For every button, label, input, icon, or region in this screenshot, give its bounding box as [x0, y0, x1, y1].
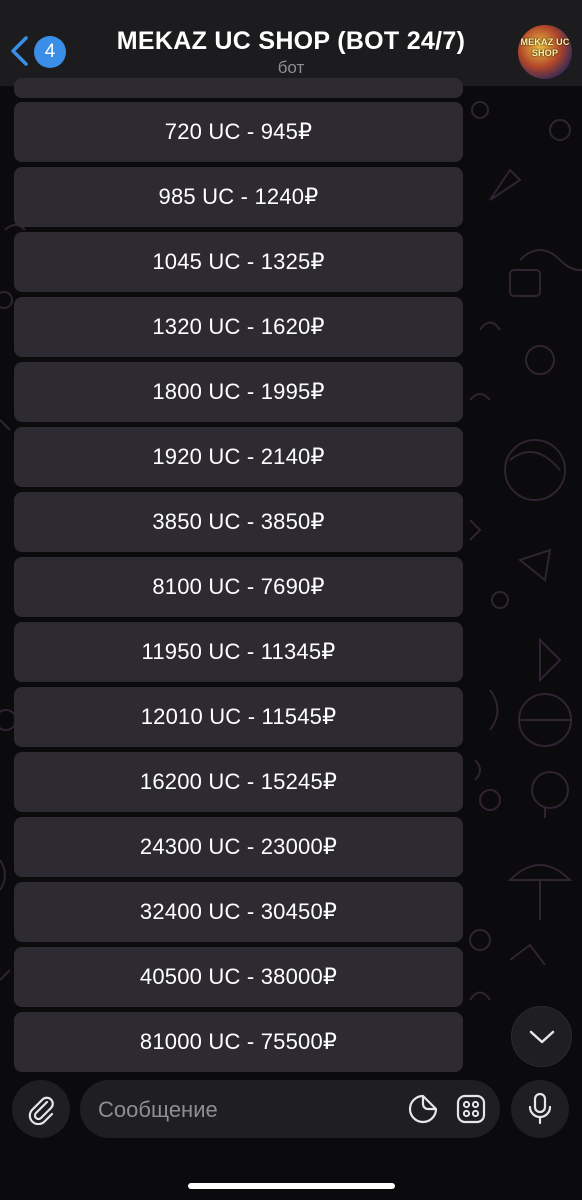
- keyboard-button[interactable]: 11950 UC - 11345₽: [14, 622, 463, 682]
- chat-subtitle: бот: [277, 58, 305, 77]
- home-indicator: [188, 1183, 395, 1189]
- message-input[interactable]: Сообщение: [80, 1080, 500, 1138]
- back-button[interactable]: 4: [8, 30, 68, 72]
- keyboard-button[interactable]: 16200 UC - 15245₽: [14, 752, 463, 812]
- keyboard-button[interactable]: 32400 UC - 30450₽: [14, 882, 463, 942]
- paperclip-icon: [28, 1096, 54, 1125]
- sticker-icon[interactable]: [408, 1094, 438, 1124]
- keyboard-button[interactable]: 1045 UC - 1325₽: [14, 232, 463, 292]
- bot-avatar[interactable]: MEKAZ UC SHOP: [518, 25, 572, 79]
- bot-command-menu-icon[interactable]: [456, 1094, 486, 1124]
- keyboard-button[interactable]: 24300 UC - 23000₽: [14, 817, 463, 877]
- keyboard-button[interactable]: 3850 UC - 3850₽: [14, 492, 463, 552]
- keyboard-button[interactable]: 8100 UC - 7690₽: [14, 557, 463, 617]
- keyboard-button[interactable]: 40500 UC - 38000₽: [14, 947, 463, 1007]
- keyboard-button[interactable]: 81000 UC - 75500₽: [14, 1012, 463, 1072]
- keyboard-button[interactable]: 12010 UC - 11545₽: [14, 687, 463, 747]
- keyboard-button[interactable]: 985 UC - 1240₽: [14, 167, 463, 227]
- chat-header: 4 MEKAZ UC SHOP (BOT 24/7) бот MEKAZ UC …: [0, 0, 582, 86]
- keyboard-button-partial[interactable]: [14, 78, 463, 98]
- chevron-left-icon: [11, 36, 28, 66]
- keyboard-button[interactable]: 1800 UC - 1995₽: [14, 362, 463, 422]
- keyboard-button[interactable]: 720 UC - 945₽: [14, 102, 463, 162]
- voice-record-button[interactable]: [511, 1080, 569, 1138]
- keyboard-button[interactable]: 1320 UC - 1620₽: [14, 297, 463, 357]
- attach-button[interactable]: [12, 1080, 70, 1138]
- message-placeholder: Сообщение: [98, 1097, 218, 1122]
- chevron-down-icon: [529, 1030, 554, 1043]
- avatar-logo-text: MEKAZ UC SHOP: [520, 37, 570, 58]
- microphone-icon: [528, 1092, 552, 1125]
- unread-count-badge: 4: [34, 36, 66, 68]
- scroll-down-button[interactable]: [511, 1006, 572, 1067]
- chat-title[interactable]: MEKAZ UC SHOP (BOT 24/7): [90, 27, 492, 56]
- keyboard-button[interactable]: 1920 UC - 2140₽: [14, 427, 463, 487]
